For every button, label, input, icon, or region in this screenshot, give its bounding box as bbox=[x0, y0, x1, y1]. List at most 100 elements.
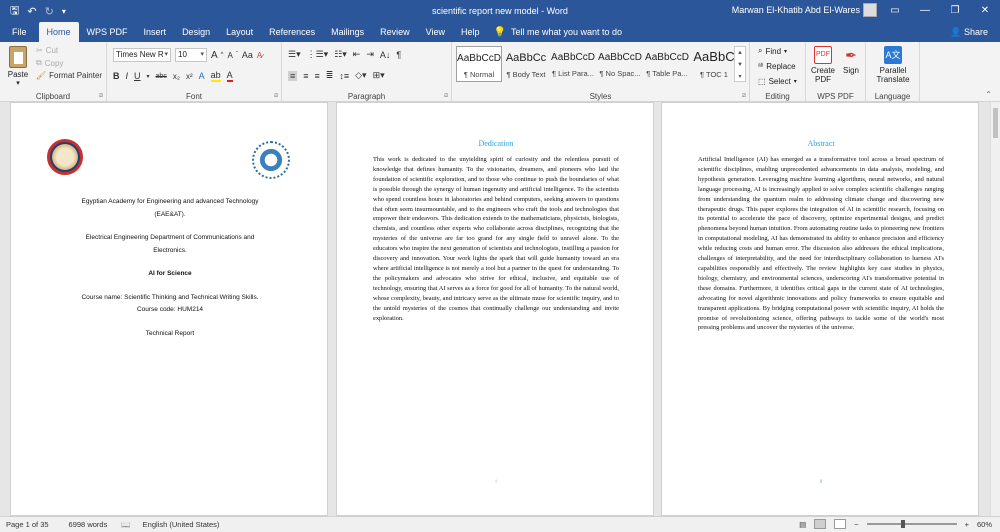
borders-icon[interactable]: ⊞▾ bbox=[373, 70, 385, 81]
justify-icon[interactable]: ≣ bbox=[326, 70, 334, 81]
parallel-translate-button[interactable]: A文 Parallel Translate bbox=[870, 46, 916, 84]
tell-me-box[interactable]: 💡 Tell me what you want to do bbox=[494, 22, 623, 42]
replace-label: Replace bbox=[766, 62, 796, 71]
ribbon: Paste ▾ ✂ Cut ⧉ Copy 🖌 Format Painter Clipb… bbox=[0, 42, 1000, 102]
find-button[interactable]: ⌕ Find ▾ bbox=[758, 46, 787, 56]
show-formatting-icon[interactable]: ¶ bbox=[396, 50, 401, 60]
web-layout-view-icon[interactable] bbox=[834, 519, 847, 529]
increase-indent-icon[interactable]: ⇥ bbox=[366, 49, 374, 60]
redo-icon[interactable]: ↻ bbox=[45, 5, 54, 18]
style-toc-1[interactable]: AaBbC ¶ TOC 1 bbox=[691, 46, 737, 82]
align-center-icon[interactable]: ≡ bbox=[303, 71, 308, 81]
underline-button[interactable]: U bbox=[134, 71, 141, 81]
copy-button[interactable]: ⧉ Copy bbox=[36, 58, 102, 68]
chevron-down-icon[interactable]: ▼ bbox=[735, 59, 745, 71]
decrease-indent-icon[interactable]: ⇤ bbox=[353, 49, 361, 60]
print-layout-view-icon[interactable] bbox=[814, 519, 827, 529]
tab-help[interactable]: Help bbox=[453, 22, 488, 42]
collapse-ribbon-icon[interactable]: ⌃ bbox=[985, 90, 992, 99]
tab-layout[interactable]: Layout bbox=[218, 22, 261, 42]
replace-button[interactable]: ᵃᵇ Replace bbox=[758, 62, 796, 71]
customize-qat-icon[interactable]: ▾ bbox=[62, 7, 66, 16]
wps-group-label: WPS PDF bbox=[817, 92, 854, 101]
style-no-spacing[interactable]: AaBbCcD ¶ No Spac... bbox=[597, 46, 643, 82]
styles-group-label: Styles bbox=[589, 92, 612, 101]
focus-icon[interactable]: ▤ bbox=[799, 520, 806, 529]
dialog-launcher-icon[interactable]: ⧄ bbox=[274, 93, 278, 100]
page-count[interactable]: Page 1 of 35 bbox=[6, 520, 49, 529]
page-cover[interactable]: Egyptian Academy for Engineering and adv… bbox=[10, 102, 328, 516]
tab-home[interactable]: Home bbox=[38, 22, 79, 42]
tab-wps-pdf[interactable]: WPS PDF bbox=[79, 22, 136, 42]
tab-review[interactable]: Review bbox=[372, 22, 418, 42]
avatar[interactable] bbox=[863, 3, 877, 17]
shrink-font-button[interactable]: Aˇ bbox=[228, 51, 238, 60]
paste-button[interactable]: Paste ▾ bbox=[6, 46, 30, 87]
page-abstract[interactable]: Abstract Artificial Intelligence (AI) ha… bbox=[661, 102, 979, 516]
tab-insert[interactable]: Insert bbox=[136, 22, 175, 42]
dialog-launcher-icon[interactable]: ⧄ bbox=[444, 93, 448, 100]
shading-icon[interactable]: ◇▾ bbox=[355, 70, 366, 81]
numbering-icon[interactable]: ⋮☰▾ bbox=[307, 49, 329, 60]
zoom-in-icon[interactable]: + bbox=[965, 520, 969, 529]
zoom-level[interactable]: 60% bbox=[977, 520, 992, 529]
chevron-up-icon[interactable]: ▲ bbox=[735, 47, 745, 59]
style-list-paragraph[interactable]: AaBbCcD ¶ List Para... bbox=[550, 46, 596, 82]
vertical-scrollbar[interactable] bbox=[990, 102, 1000, 516]
sort-icon[interactable]: A↓ bbox=[380, 50, 391, 60]
multilevel-list-icon[interactable]: ☷▾ bbox=[334, 49, 347, 60]
align-right-icon[interactable]: ≡ bbox=[315, 71, 320, 81]
language-status[interactable]: English (United States) bbox=[143, 520, 220, 529]
strikethrough-button[interactable]: abc bbox=[156, 73, 167, 80]
superscript-button[interactable]: x² bbox=[186, 72, 193, 81]
more-styles-icon[interactable]: ▾ bbox=[735, 71, 745, 83]
change-case-button[interactable]: Aa bbox=[242, 50, 253, 60]
select-button[interactable]: ⬚ Select ▾ bbox=[758, 77, 797, 86]
dialog-launcher-icon[interactable]: ⧄ bbox=[742, 93, 746, 100]
proofing-icon[interactable]: 📖 bbox=[121, 520, 130, 529]
clear-formatting-icon[interactable]: A̷ bbox=[257, 51, 262, 60]
ribbon-display-icon[interactable]: ▭ bbox=[880, 0, 910, 22]
restore-icon[interactable]: ❐ bbox=[940, 0, 970, 22]
font-family-combo[interactable]: Times New R ▾ bbox=[113, 48, 171, 62]
tab-mailings[interactable]: Mailings bbox=[323, 22, 372, 42]
grow-font-button[interactable]: A ^ bbox=[211, 50, 224, 61]
chevron-down-icon[interactable]: ▾ bbox=[147, 73, 150, 80]
dialog-launcher-icon[interactable]: ⧄ bbox=[99, 93, 103, 100]
tab-view[interactable]: View bbox=[418, 22, 453, 42]
tab-references[interactable]: References bbox=[261, 22, 323, 42]
word-count[interactable]: 6998 words bbox=[69, 520, 108, 529]
create-pdf-button[interactable]: PDF Create PDF bbox=[810, 46, 836, 84]
style-body-text[interactable]: AaBbCc ¶ Body Text bbox=[503, 46, 549, 82]
tab-design[interactable]: Design bbox=[174, 22, 218, 42]
zoom-slider-knob[interactable] bbox=[900, 520, 905, 528]
font-color-icon[interactable]: A bbox=[226, 70, 233, 82]
styles-scroll[interactable]: ▲ ▼ ▾ bbox=[734, 46, 746, 82]
save-icon[interactable]: 🖫 bbox=[10, 2, 19, 21]
style-table-paragraph[interactable]: AaBbCcD ¶ Table Pa... bbox=[644, 46, 690, 82]
document-area[interactable]: Egyptian Academy for Engineering and adv… bbox=[0, 102, 1000, 516]
close-icon[interactable]: ✕ bbox=[970, 0, 1000, 22]
zoom-slider[interactable] bbox=[866, 520, 957, 528]
sign-button[interactable]: ✒ Sign bbox=[838, 46, 864, 75]
tab-file[interactable]: File bbox=[0, 22, 39, 42]
user-name[interactable]: Marwan El-Khatib Abd El-Wares bbox=[732, 5, 860, 15]
bullets-icon[interactable]: ☰▾ bbox=[288, 49, 301, 60]
style-normal[interactable]: AaBbCcD ¶ Normal bbox=[456, 46, 502, 82]
scrollbar-thumb[interactable] bbox=[993, 108, 998, 138]
minimize-icon[interactable]: — bbox=[910, 0, 940, 22]
align-left-icon[interactable]: ≡ bbox=[288, 70, 298, 81]
bold-button[interactable]: B bbox=[113, 71, 120, 81]
zoom-out-icon[interactable]: − bbox=[854, 520, 858, 529]
cut-button[interactable]: ✂ Cut bbox=[36, 46, 102, 55]
format-painter-button[interactable]: 🖌 Format Painter bbox=[36, 71, 102, 80]
undo-icon[interactable]: ↶ bbox=[27, 5, 36, 18]
italic-button[interactable]: I bbox=[126, 71, 129, 81]
line-spacing-icon[interactable]: ↕≡ bbox=[339, 71, 349, 81]
page-dedication[interactable]: Dedication This work is dedicated to the… bbox=[336, 102, 654, 516]
font-size-combo[interactable]: 10 ▾ bbox=[175, 48, 207, 62]
text-effects-icon[interactable]: A bbox=[199, 71, 205, 81]
highlight-icon[interactable]: ab bbox=[210, 70, 221, 82]
subscript-button[interactable]: x₂ bbox=[173, 72, 180, 81]
share-button[interactable]: 👤 Share bbox=[950, 22, 988, 42]
